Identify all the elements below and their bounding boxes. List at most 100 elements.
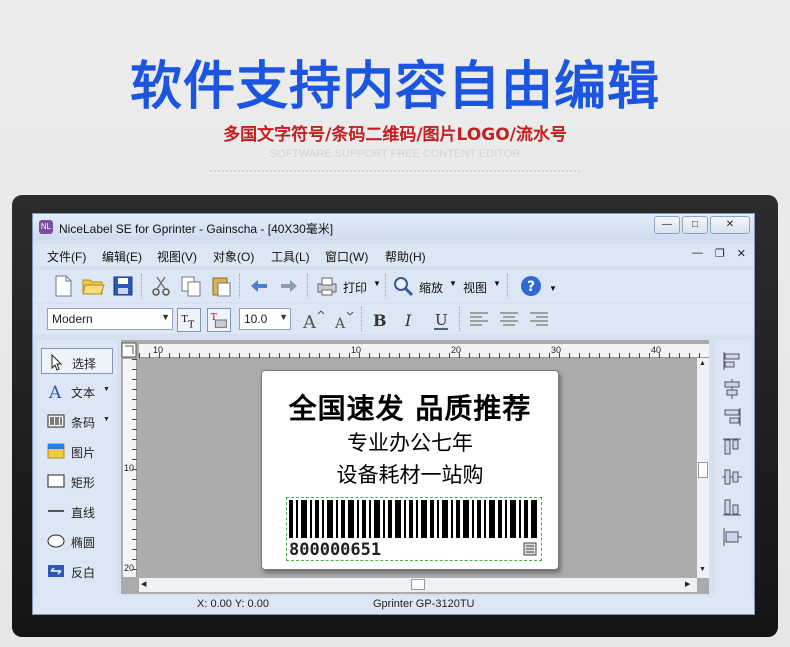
view-dropdown-icon[interactable]: ▼: [493, 279, 501, 288]
align-top-icon[interactable]: [721, 436, 743, 458]
tool-picture[interactable]: 图片: [41, 438, 113, 464]
scroll-thumb[interactable]: [698, 462, 708, 478]
tool-select[interactable]: 选择: [41, 348, 113, 374]
menu-view[interactable]: 视图(V): [157, 248, 197, 265]
mdi-restore-button[interactable]: ❐: [715, 247, 725, 260]
window-controls: — □ ✕: [654, 216, 750, 234]
paste-icon[interactable]: [209, 274, 233, 298]
picture-icon: [47, 443, 65, 459]
tool-text[interactable]: A 文本 ▼: [41, 378, 113, 404]
print-dropdown-icon[interactable]: ▼: [373, 279, 381, 288]
vertical-scrollbar[interactable]: ▲ ▼: [697, 358, 709, 578]
mdi-minimize-button[interactable]: —: [692, 247, 703, 260]
menu-file[interactable]: 文件(F): [47, 248, 86, 265]
mdi-close-button[interactable]: ✕: [737, 247, 746, 260]
align-left-icon[interactable]: [467, 308, 491, 332]
zoom-icon[interactable]: [391, 274, 415, 298]
tool-line[interactable]: 直线: [41, 498, 113, 524]
barcode-icon: [47, 414, 65, 428]
new-file-icon[interactable]: [51, 274, 75, 298]
chevron-down-icon: ▼: [279, 312, 288, 322]
tool-inverse[interactable]: 反白: [41, 558, 113, 584]
format-toolbar: Modern ▼ TT T 10.0 ▼ A A B I U: [33, 304, 754, 334]
align-right-icon[interactable]: [527, 308, 551, 332]
bold-icon[interactable]: B: [367, 308, 391, 332]
redo-icon[interactable]: [277, 274, 301, 298]
chevron-down-icon: ▼: [161, 312, 170, 322]
font-name-select[interactable]: Modern ▼: [47, 308, 173, 330]
cut-icon[interactable]: [149, 274, 173, 298]
printer-name: Gprinter GP-3120TU: [373, 598, 475, 610]
title-bar: NL NiceLabel SE for Gprinter - Gainscha …: [33, 214, 754, 240]
scroll-right-icon[interactable]: ▶: [685, 580, 690, 588]
svg-text:I: I: [404, 311, 412, 330]
distribute-icon[interactable]: [721, 526, 743, 548]
toolbar-overflow-icon[interactable]: ▼: [549, 284, 557, 293]
tool-barcode[interactable]: 条码 ▼: [41, 408, 113, 434]
scroll-thumb[interactable]: [411, 579, 425, 590]
toolbar-separator: [141, 274, 142, 298]
tool-rectangle[interactable]: 矩形: [41, 468, 113, 494]
barcode-settings-icon[interactable]: [523, 542, 537, 556]
align-center-h-icon[interactable]: [721, 378, 743, 400]
view-button-label[interactable]: 视图: [463, 279, 487, 296]
close-button[interactable]: ✕: [710, 216, 750, 234]
standard-toolbar: 打印 ▼ 缩放 ▼ 视图 ▼ ? ▼: [33, 270, 754, 302]
toolbar-separator: [307, 274, 308, 298]
ruler-corner-icon[interactable]: [121, 342, 137, 358]
label-headline[interactable]: 全国速发 品质推荐: [262, 387, 558, 427]
underline-icon[interactable]: U: [429, 308, 453, 332]
barcode-object[interactable]: 800000651: [286, 497, 542, 561]
tool-ellipse[interactable]: 椭圆: [41, 528, 113, 554]
text-fit-icon[interactable]: TT: [177, 308, 201, 332]
printer-font-icon[interactable]: T: [207, 308, 231, 332]
open-folder-icon[interactable]: [81, 274, 105, 298]
zoom-dropdown-icon[interactable]: ▼: [449, 279, 457, 288]
font-size-select[interactable]: 10.0 ▼: [239, 308, 291, 330]
tool-label: 条码: [71, 416, 96, 430]
minimize-button[interactable]: —: [654, 216, 680, 234]
ruler-ticks: [139, 353, 709, 358]
menu-edit[interactable]: 编辑(E): [102, 248, 142, 265]
align-center-icon[interactable]: [497, 308, 521, 332]
promo-subline: 多国文字符号/条码二维码/图片LOGO/流水号: [223, 125, 567, 145]
undo-icon[interactable]: [247, 274, 271, 298]
svg-text:T: T: [188, 319, 195, 330]
scroll-up-icon[interactable]: ▲: [699, 360, 706, 367]
menu-object[interactable]: 对象(O): [213, 248, 254, 265]
window-title: NiceLabel SE for Gprinter - Gainscha - […: [59, 222, 334, 236]
print-button-label[interactable]: 打印: [343, 279, 367, 296]
font-name-value: Modern: [52, 312, 93, 326]
italic-icon[interactable]: I: [397, 308, 421, 332]
scroll-left-icon[interactable]: ◀: [141, 580, 146, 588]
align-middle-icon[interactable]: [721, 466, 743, 488]
copy-icon[interactable]: [179, 274, 203, 298]
help-icon[interactable]: ?: [519, 274, 543, 298]
ruler-ticks: [132, 359, 137, 577]
svg-text:U: U: [435, 311, 448, 329]
maximize-button[interactable]: □: [682, 216, 708, 234]
save-icon[interactable]: [111, 274, 135, 298]
inverse-icon: [48, 565, 64, 577]
label-line-3[interactable]: 设备耗材一站购: [262, 459, 558, 489]
horizontal-ruler: 10 10 20 30 40: [139, 344, 709, 358]
menu-help[interactable]: 帮助(H): [385, 248, 426, 265]
decrease-font-icon[interactable]: A: [331, 308, 355, 332]
label-sheet[interactable]: 全国速发 品质推荐 专业办公七年 设备耗材一站购 800000651: [261, 370, 559, 570]
align-top-left-icon[interactable]: [721, 350, 743, 372]
menu-tools[interactable]: 工具(L): [271, 248, 310, 265]
label-line-2[interactable]: 专业办公七年: [262, 427, 558, 457]
tool-label: 文本: [71, 386, 96, 400]
svg-text:A: A: [302, 312, 317, 332]
vertical-ruler: 10 20: [123, 359, 137, 577]
increase-font-icon[interactable]: A: [301, 308, 325, 332]
align-right-edge-icon[interactable]: [721, 406, 743, 428]
horizontal-scrollbar[interactable]: ◀ ▶: [139, 578, 697, 592]
zoom-button-label[interactable]: 缩放: [419, 279, 443, 296]
menu-window[interactable]: 窗口(W): [325, 248, 368, 265]
printer-icon[interactable]: [315, 274, 339, 298]
svg-text:A: A: [334, 316, 346, 332]
align-bottom-icon[interactable]: [721, 496, 743, 518]
tool-panel: 选择 A 文本 ▼ 条码 ▼ 图片 矩形 直线 椭圆 反白: [37, 340, 117, 596]
scroll-down-icon[interactable]: ▼: [699, 566, 706, 573]
